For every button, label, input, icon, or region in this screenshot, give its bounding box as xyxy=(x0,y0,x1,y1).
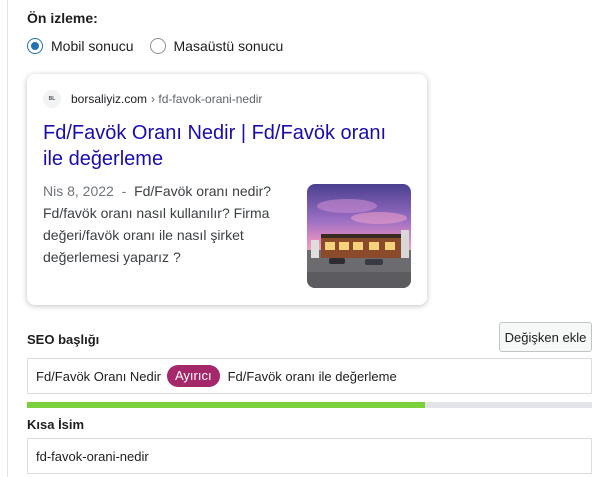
preview-label: Ön izleme: xyxy=(27,10,98,26)
serp-site-row: BL borsaliyiz.com › fd-favok-orani-nedir xyxy=(43,90,262,108)
seo-title-part-before: Fd/Favök Oranı Nedir xyxy=(36,368,161,384)
radio-desktop-label: Masaüstü sonucu xyxy=(173,38,284,54)
seo-title-length-progress-fill xyxy=(27,402,426,408)
serp-date: Nis 8, 2022 xyxy=(43,183,114,199)
site-favicon-icon: BL xyxy=(43,90,61,108)
slug-label: Kısa İsim xyxy=(27,417,85,432)
serp-title-link[interactable]: Fd/Favök Oranı Nedir | Fd/Favök oranı il… xyxy=(43,120,403,172)
seo-title-part-after: Fd/Favök oranı ile değerleme xyxy=(227,368,397,384)
serp-snippet: Nis 8, 2022 - Fd/Favök oranı nedir? Fd/f… xyxy=(43,180,298,268)
seo-title-length-progress xyxy=(27,402,592,408)
separator-variable-pill[interactable]: Ayırıcı xyxy=(167,365,220,387)
seo-title-label: SEO başlığı xyxy=(27,332,100,347)
preview-mode-radio-group: Mobil sonucu Masaüstü sonucu xyxy=(27,38,299,54)
left-border xyxy=(7,0,8,477)
serp-path: › fd-favok-orani-nedir xyxy=(151,92,263,106)
storefront-photo-icon xyxy=(307,184,411,288)
radio-mobile-label: Mobil sonucu xyxy=(51,38,134,54)
radio-checked-icon[interactable] xyxy=(27,38,43,54)
serp-thumbnail-image xyxy=(307,184,411,288)
radio-desktop-result[interactable]: Masaüstü sonucu xyxy=(149,38,284,54)
mobile-serp-preview-card: BL borsaliyiz.com › fd-favok-orani-nedir… xyxy=(27,74,427,305)
serp-domain: borsaliyiz.com xyxy=(71,92,148,106)
insert-variable-button[interactable]: Değişken ekle xyxy=(499,322,592,352)
seo-title-input[interactable]: Fd/Favök Oranı Nedir Ayırıcı Fd/Favök or… xyxy=(27,358,592,394)
radio-mobile-result[interactable]: Mobil sonucu xyxy=(27,38,134,54)
slug-input[interactable]: fd-favok-orani-nedir xyxy=(27,438,592,474)
radio-unchecked-icon[interactable] xyxy=(149,38,166,54)
